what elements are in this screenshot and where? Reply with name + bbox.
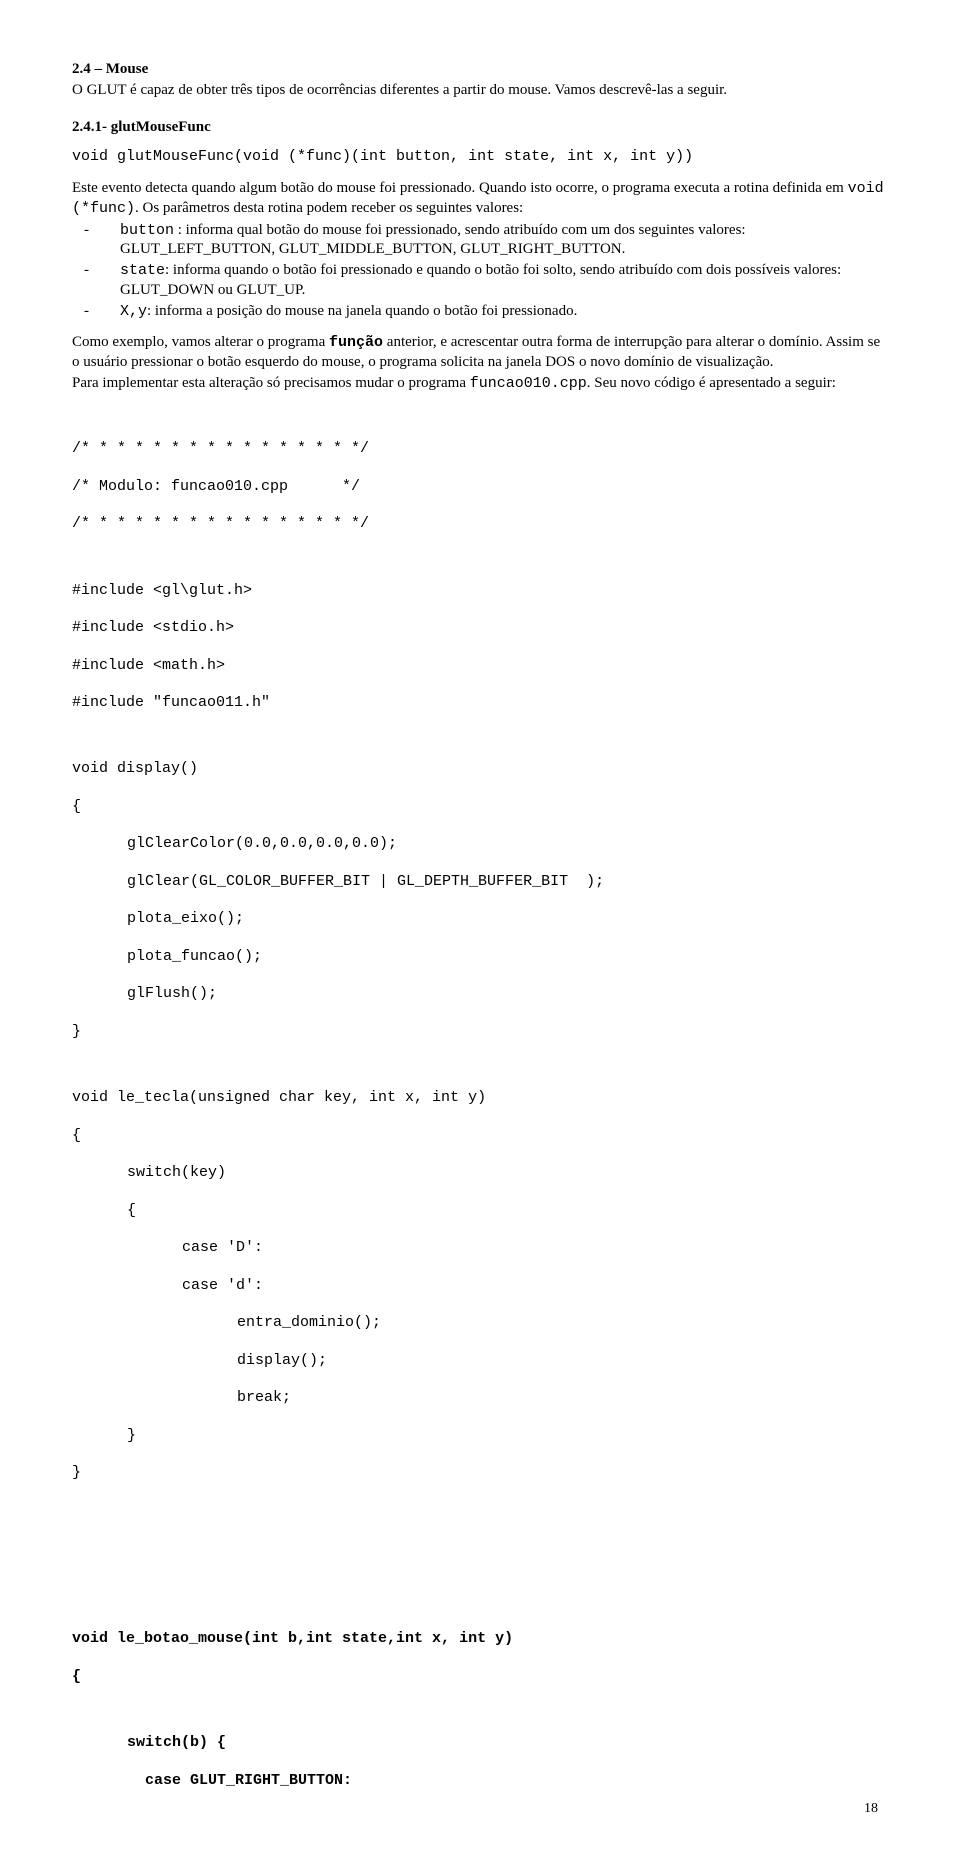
para-implement: Para implementar esta alteração só preci…	[72, 374, 888, 394]
code-block: /* * * * * * * * * * * * * * * */ /* Mod…	[72, 422, 888, 1828]
code-funcao: função	[329, 334, 383, 351]
para-24-intro: O GLUT é capaz de obter três tipos de oc…	[72, 81, 888, 100]
page-number: 18	[864, 1800, 878, 1818]
bullet-state: -state: informa quando o botão foi press…	[102, 261, 888, 300]
para-example: Como exemplo, vamos alterar o programa f…	[72, 333, 888, 372]
para-event-desc: Este evento detecta quando algum botão d…	[72, 179, 888, 219]
bullet-xy: -X,y: informa a posição do mouse na jane…	[102, 302, 888, 322]
func-signature: void glutMouseFunc(void (*func)(int butt…	[72, 148, 888, 167]
section-241-title: 2.4.1- glutMouseFunc	[72, 119, 211, 135]
code-filename: funcao010.cpp	[470, 375, 587, 392]
bullet-button: -button : informa qual botão do mouse fo…	[102, 221, 888, 260]
section-24-title: 2.4 – Mouse	[72, 61, 148, 77]
